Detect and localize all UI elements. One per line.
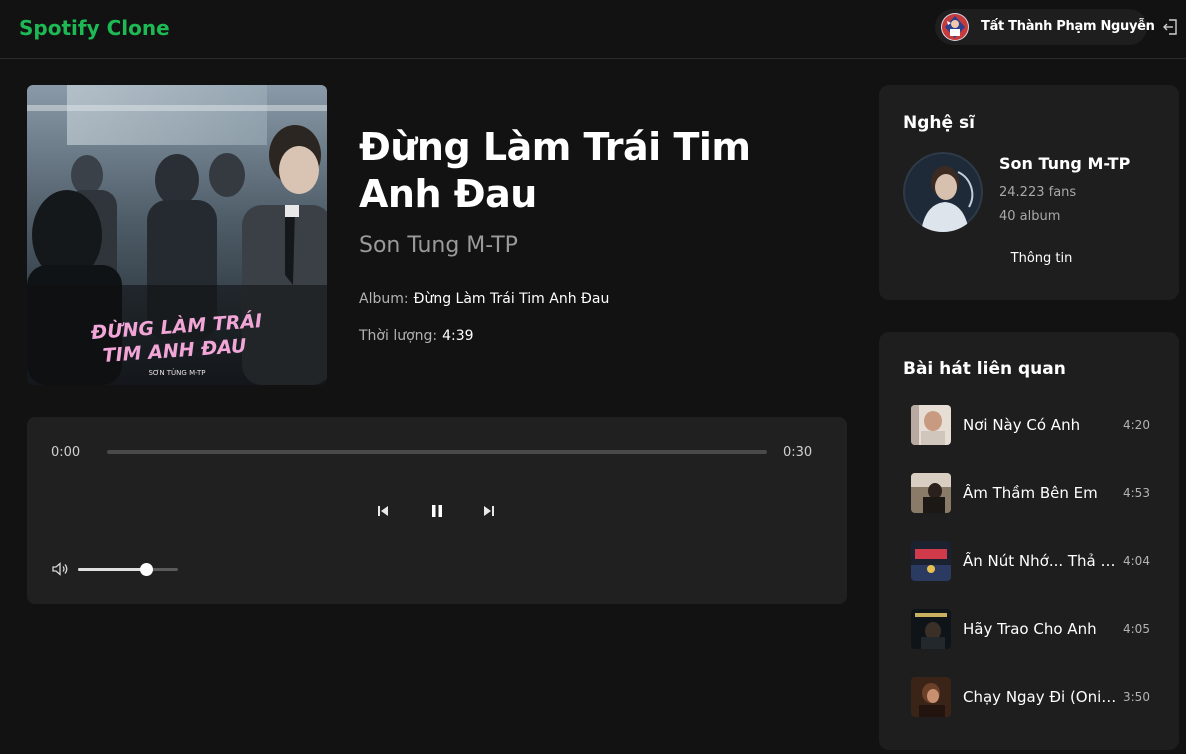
related-song-name: Chạy Ngay Đi (Onionn Remix): [963, 688, 1123, 706]
volume-icon[interactable]: [51, 560, 69, 578]
skip-back-icon: [378, 506, 388, 516]
related-song-name: Nơi Này Có Anh: [963, 416, 1081, 434]
user-menu[interactable]: Tất Thành Phạm Nguyễn: [935, 9, 1155, 45]
volume-fill: [78, 568, 146, 571]
total-time: 0:30: [783, 445, 813, 460]
related-song-duration: 4:04: [1123, 554, 1150, 568]
artist-card: Nghệ sĩ Son Tung M-TP 24.223 fans 40 alb…: [879, 85, 1179, 300]
artist-avatar[interactable]: [903, 152, 983, 232]
user-name: Tất Thành Phạm Nguyễn: [981, 19, 1155, 34]
pause-icon: [432, 505, 442, 517]
related-song-duration: 4:53: [1123, 486, 1150, 500]
album-row: Album: Đừng Làm Trái Tim Anh Đau: [359, 291, 609, 307]
related-song-duration: 3:50: [1123, 690, 1150, 704]
album-label: Album:: [359, 291, 409, 307]
duration-value: 4:39: [442, 328, 474, 344]
previous-button[interactable]: [372, 500, 394, 522]
album-value[interactable]: Đừng Làm Trái Tim Anh Đau: [414, 291, 610, 307]
related-song-thumbnail: [911, 677, 951, 717]
related-song-thumbnail: [911, 541, 951, 581]
brand-logo[interactable]: Spotify Clone: [19, 16, 170, 40]
related-song-thumbnail: [911, 609, 951, 649]
volume-knob[interactable]: [140, 563, 153, 576]
related-song-item[interactable]: Chạy Ngay Đi (Onionn Remix) 3:50: [903, 672, 1173, 720]
related-song-duration: 4:20: [1123, 418, 1150, 432]
related-song-name: Hãy Trao Cho Anh: [963, 620, 1097, 638]
artist-albums: 40 album: [999, 209, 1061, 224]
duration-row: Thời lượng: 4:39: [359, 328, 474, 344]
user-avatar: [941, 13, 969, 41]
next-button[interactable]: [478, 500, 500, 522]
progress-bar[interactable]: [107, 450, 767, 454]
related-songs-card: Bài hát liên quan Nơi Này Có Anh 4:20 Âm…: [879, 332, 1179, 750]
volume-slider[interactable]: [78, 563, 178, 576]
related-song-name: Âm Thầm Bên Em: [963, 484, 1098, 502]
pause-button[interactable]: [426, 500, 448, 522]
song-title: Đừng Làm Trái Tim Anh Đau: [359, 125, 751, 216]
related-song-thumbnail: [911, 405, 951, 445]
skip-forward-icon: [484, 506, 494, 516]
artist-info-button[interactable]: Thông tin: [999, 245, 1084, 273]
related-song-thumbnail: [911, 473, 951, 513]
related-song-duration: 4:05: [1123, 622, 1150, 636]
cover-credit: SƠN TÙNG M-TP: [148, 368, 205, 377]
audio-player: 0:00 0:30: [27, 417, 847, 604]
duration-label: Thời lượng:: [359, 328, 438, 344]
artist-fans: 24.223 fans: [999, 185, 1077, 200]
related-songs-title: Bài hát liên quan: [903, 359, 1066, 379]
related-song-item[interactable]: Nơi Này Có Anh 4:20: [903, 400, 1173, 448]
album-cover: ĐỪNG LÀM TRÁI TIM ANH ĐAU SƠN TÙNG M-TP: [27, 85, 327, 385]
current-time: 0:00: [51, 445, 81, 460]
related-song-item[interactable]: Âm Thầm Bên Em 4:53: [903, 468, 1173, 516]
top-navbar: Spotify Clone Tất Thành Phạm Nguyễn: [0, 0, 1186, 59]
related-song-item[interactable]: Ấn Nút Nhớ... Thả Giấc Mơ 4:04: [903, 536, 1173, 584]
related-song-name: Ấn Nút Nhớ... Thả Giấc Mơ: [963, 552, 1123, 570]
related-song-item[interactable]: Hãy Trao Cho Anh 4:05: [903, 604, 1173, 652]
artist-card-title: Nghệ sĩ: [903, 113, 975, 133]
song-artist[interactable]: Son Tung M-TP: [359, 233, 518, 258]
artist-name[interactable]: Son Tung M-TP: [999, 154, 1130, 173]
logout-icon[interactable]: [1162, 18, 1180, 36]
